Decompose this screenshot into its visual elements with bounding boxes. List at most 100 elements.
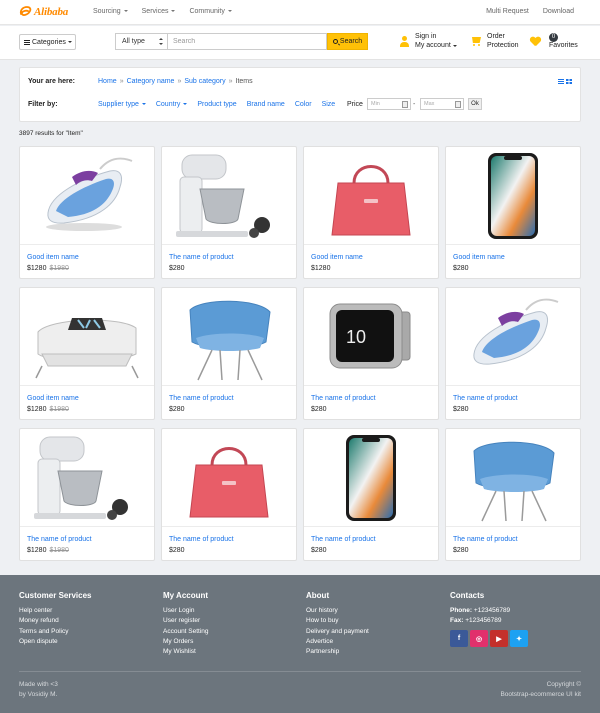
footer-link[interactable]: Our history [306,606,369,616]
price-max-placeholder: Max [424,101,435,107]
product-name[interactable]: The name of product [311,395,376,402]
iron-icon[interactable] [20,147,154,245]
logo[interactable]: Alibaba [19,4,68,20]
product-name[interactable]: The name of product [453,536,518,543]
footer-link[interactable]: Open dispute [19,637,91,647]
nav-community[interactable]: Community [189,8,231,15]
product-name[interactable]: The name of product [27,536,92,543]
armchair-icon[interactable] [446,429,580,527]
footer: Customer Services Help center Money refu… [0,575,600,713]
list-view-icon[interactable] [558,79,564,84]
nav-sourcing[interactable]: Sourcing [93,8,128,15]
footer-link[interactable]: Terms and Policy [19,627,91,637]
footer-link[interactable]: User Login [163,606,209,616]
footer-link[interactable]: Money refund [19,616,91,626]
product-card[interactable]: The name of product $1280 $1980 [19,428,155,561]
spinner-icon[interactable] [402,101,408,108]
my-account-link[interactable]: My account [415,42,451,49]
social-links: f ◎ ▶ ✦ [450,630,528,647]
product-name[interactable]: The name of product [453,395,518,402]
product-name[interactable]: Good item name [453,254,505,261]
product-card[interactable]: Good item name $1280 [303,146,439,279]
smartwatch-icon[interactable]: 10 [304,288,438,386]
twitter-icon[interactable]: ✦ [510,630,528,647]
handbag-icon[interactable] [162,429,296,527]
smartphone-icon[interactable] [304,429,438,527]
product-card[interactable]: Good item name $1280 $1980 [19,287,155,420]
categories-button[interactable]: Categories [19,34,76,50]
product-name[interactable]: The name of product [169,395,234,402]
youtube-icon[interactable]: ▶ [490,630,508,647]
search-button[interactable]: Search [327,33,368,50]
footer-link[interactable]: Delivery and payment [306,627,369,637]
product-name[interactable]: Good item name [311,254,363,261]
breadcrumb-home[interactable]: Home [98,78,117,85]
download-link[interactable]: Download [543,8,574,15]
armchair-icon[interactable] [162,288,296,386]
product-card[interactable]: The name of product $280 [161,287,297,420]
footer-about: About Our history How to buy Delivery an… [306,591,369,657]
product-name[interactable]: The name of product [169,536,234,543]
product-card[interactable]: The name of product $280 [445,287,581,420]
product-name[interactable]: Good item name [27,254,79,261]
product-price: $280 [311,547,327,554]
footer-link[interactable]: Help center [19,606,91,616]
instagram-icon[interactable]: ◎ [470,630,488,647]
filter-country[interactable]: Country [156,101,188,108]
order-label: Order [487,33,505,40]
select-arrows-icon [159,38,163,46]
price-min-input[interactable]: Min [367,98,411,110]
mixer-icon[interactable] [162,147,296,245]
product-card[interactable]: The name of product $280 [445,428,581,561]
search-type-select[interactable]: All type [115,33,167,50]
search-input[interactable] [167,33,327,50]
product-price: $280 [453,406,469,413]
grid-view-icon[interactable] [566,79,572,84]
nav-services[interactable]: Services [142,8,176,15]
iron-icon[interactable] [446,288,580,386]
filter-size[interactable]: Size [322,101,336,108]
smartphone-icon[interactable] [446,147,580,245]
product-price: $1280 [311,265,331,272]
footer-link[interactable]: Account Setting [163,627,209,637]
mixer-icon[interactable] [20,429,154,527]
search-icon [332,39,338,44]
order-protection-widget[interactable]: Order Protection [470,33,519,50]
breadcrumb-separator: » [119,78,124,85]
account-widget[interactable]: Sign in My account [399,33,457,50]
menu-icon [24,39,30,45]
product-card[interactable]: 10 The name of product $280 [303,287,439,420]
filter-color[interactable]: Color [295,101,312,108]
footer-link[interactable]: User register [163,616,209,626]
footer-link[interactable]: How to buy [306,616,369,626]
multi-request-link[interactable]: Multi Request [486,8,529,15]
product-price: $280 [169,547,185,554]
spinner-icon[interactable] [455,101,461,108]
price-ok-button[interactable]: Ok [468,98,482,110]
filter-supplier-type[interactable]: Supplier type [98,101,146,108]
footer-my-account: My Account User Login User register Acco… [163,591,209,657]
pillow-icon[interactable] [20,288,154,386]
footer-link[interactable]: My Wishlist [163,647,209,657]
product-price: $1280 $1980 [27,265,69,272]
product-card[interactable]: The name of product $280 [161,146,297,279]
filter-product-type[interactable]: Product type [197,101,236,108]
footer-link[interactable]: My Orders [163,637,209,647]
sign-in-link[interactable]: Sign in [415,33,457,42]
price-max-input[interactable]: Max [420,98,464,110]
product-card[interactable]: The name of product $280 [161,428,297,561]
product-card[interactable]: Good item name $280 [445,146,581,279]
filter-brand-name[interactable]: Brand name [247,101,285,108]
product-card[interactable]: The name of product $280 [303,428,439,561]
product-name[interactable]: Good item name [27,395,79,402]
handbag-icon[interactable] [304,147,438,245]
breadcrumb-category[interactable]: Category name [127,78,175,85]
product-name[interactable]: The name of product [311,536,376,543]
footer-link[interactable]: Advertice [306,637,369,647]
facebook-icon[interactable]: f [450,630,468,647]
footer-link[interactable]: Partnership [306,647,369,657]
product-name[interactable]: The name of product [169,254,234,261]
product-card[interactable]: Good item name $1280 $1980 [19,146,155,279]
heart-icon [530,37,541,47]
breadcrumb-subcategory[interactable]: Sub category [184,78,225,85]
